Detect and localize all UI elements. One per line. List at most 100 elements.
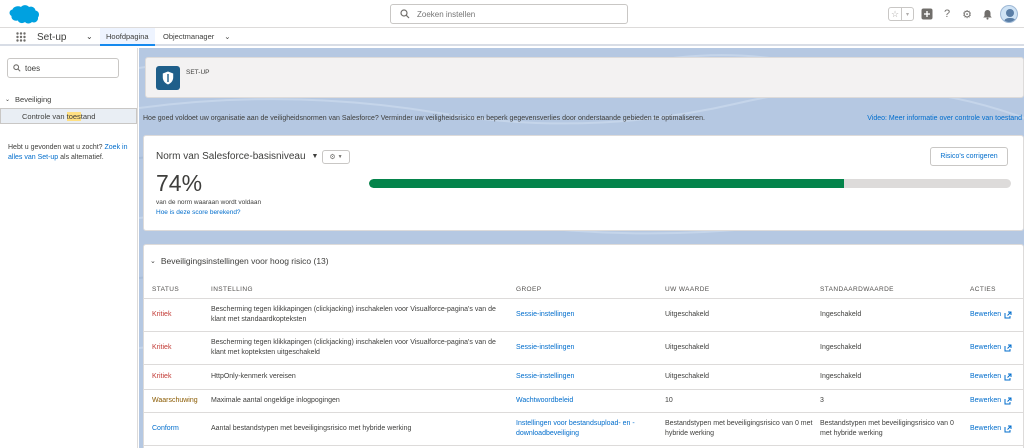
table-row: Kritiek HttpOnly-kenmerk vereisen Sessie-i… xyxy=(144,365,1024,390)
sidebar-help-text: Hebt u gevonden wat u zocht? Zoek in all… xyxy=(8,143,136,163)
settings-menu-button[interactable]: ⚙ ▼ xyxy=(322,150,350,164)
group-link[interactable]: Wachtwoordbeleid xyxy=(516,390,661,412)
fix-risks-button[interactable]: Risico's corrigeren xyxy=(930,147,1008,166)
cell-value: Uitgeschakeld xyxy=(665,311,709,318)
edit-label: Bewerken xyxy=(970,344,1002,351)
norm-title: Norm van Salesforce-basisniveau xyxy=(156,151,306,162)
setup-label: SET-UP xyxy=(186,69,210,76)
global-header: ☆ ▾ ? ⚙ xyxy=(0,0,1024,28)
sidebar-item-label-suffix: tand xyxy=(80,111,96,121)
help-icon[interactable]: ? xyxy=(940,7,954,21)
cell-value: 10 xyxy=(665,397,673,404)
group-link[interactable]: Instellingen voor bestandsupload- en -do… xyxy=(516,413,661,445)
global-search[interactable] xyxy=(390,4,628,24)
score-progress-fill xyxy=(369,179,845,188)
cell-default: 3 xyxy=(820,397,824,404)
tree-group-label: Beveiliging xyxy=(15,95,52,104)
fix-risks-label: Risico's corrigeren xyxy=(940,153,998,160)
cell-default: Ingeschakeld xyxy=(820,311,862,318)
tree-group-beveiliging[interactable]: ⌄ Beveiliging xyxy=(5,95,51,104)
main-content: SET-UP Hoe goed voldoet uw organisatie a… xyxy=(139,48,1024,448)
edit-label: Bewerken xyxy=(970,373,1002,380)
add-icon[interactable] xyxy=(920,7,934,21)
group-link[interactable]: Sessie-instellingen xyxy=(516,299,661,331)
external-link-icon xyxy=(1004,311,1012,319)
group-link[interactable]: Sessie-instellingen xyxy=(516,332,661,364)
high-risk-settings-card: ⌄ Beveiligingsinstellingen voor hoog ris… xyxy=(143,244,1024,448)
tab-objectmanager[interactable]: Objectmanager ⌄ xyxy=(157,28,237,44)
section-header[interactable]: ⌄ Beveiligingsinstellingen voor hoog ris… xyxy=(150,256,329,266)
setup-header-card: SET-UP xyxy=(145,57,1024,98)
tab-hoofdpagina[interactable]: Hoofdpagina xyxy=(100,28,155,46)
header-utility-icons: ☆ ▾ ? ⚙ xyxy=(888,4,1018,24)
cell-setting: HttpOnly-kenmerk vereisen xyxy=(211,373,296,380)
edit-action[interactable]: Bewerken xyxy=(970,413,1022,445)
star-icon[interactable]: ☆ xyxy=(889,8,901,20)
cell-value: Uitgeschakeld xyxy=(665,373,709,380)
score-card: Norm van Salesforce-basisniveau ▼ ⚙ ▼ 74… xyxy=(143,135,1024,231)
video-link[interactable]: Video: Meer informatie over controle van… xyxy=(867,115,1022,122)
chevron-down-icon[interactable]: ⌄ xyxy=(86,32,93,41)
chevron-down-icon: ▼ xyxy=(337,154,343,160)
help-text: als alternatief. xyxy=(58,154,104,161)
sidebar-item-label-prefix: Controle van xyxy=(22,111,67,121)
norm-selector[interactable]: Norm van Salesforce-basisniveau ▼ xyxy=(156,151,318,162)
quick-find[interactable] xyxy=(7,58,119,78)
sidebar-item-controle-van-toestand[interactable]: Controle van toes tand xyxy=(0,108,137,124)
cell-status: Conform xyxy=(152,425,179,432)
search-input[interactable] xyxy=(417,7,617,21)
chevron-down-icon[interactable]: ▾ xyxy=(901,8,913,20)
chevron-down-icon[interactable]: ⌄ xyxy=(5,96,10,103)
column-header: UW WAARDE xyxy=(665,286,710,293)
score-help-link[interactable]: Hoe is deze score berekend? xyxy=(156,209,241,216)
search-icon xyxy=(13,64,21,72)
help-text: Hebt u gevonden wat u zocht? xyxy=(8,144,105,151)
gear-icon[interactable]: ⚙ xyxy=(960,7,974,21)
setup-sidebar: ⌄ Beveiliging Controle van toestand Hebt… xyxy=(0,48,138,448)
favorites-control[interactable]: ☆ ▾ xyxy=(888,7,914,21)
edit-label: Bewerken xyxy=(970,311,1002,318)
score-percent: 74% xyxy=(156,170,203,196)
column-header: INSTELLING xyxy=(211,286,253,293)
cell-default: Ingeschakeld xyxy=(820,373,862,380)
chevron-down-icon[interactable]: ⌄ xyxy=(224,32,230,41)
cell-status: Waarschuwing xyxy=(152,397,198,404)
app-launcher-icon[interactable] xyxy=(16,32,26,42)
cell-status: Kritiek xyxy=(152,373,172,380)
search-highlight: toes xyxy=(66,111,81,121)
salesforce-logo-icon[interactable] xyxy=(8,4,40,24)
app-name: Set-up xyxy=(37,32,67,43)
table-row: Waarschuwing Maximale aantal ongeldige in… xyxy=(144,390,1024,413)
avatar[interactable] xyxy=(1000,5,1018,23)
table-row: Kritiek Bescherming tegen klikkapingen (c… xyxy=(144,299,1024,332)
search-icon xyxy=(400,9,410,19)
table-row: Conform Aantal bestandstypen met beveilig… xyxy=(144,413,1024,446)
app-nav-bar: Set-up ⌄ Hoofdpagina Objectmanager ⌄ xyxy=(0,28,1024,46)
cell-default: Bestandstypen met beveiligingsrisico van… xyxy=(820,420,954,437)
cell-setting: Aantal bestandstypen met beveiligingsris… xyxy=(211,425,412,432)
external-link-icon xyxy=(1004,344,1012,352)
edit-action[interactable]: Bewerken xyxy=(970,332,1022,364)
quick-find-input[interactable] xyxy=(25,62,115,75)
external-link-icon xyxy=(1004,373,1012,381)
cell-default: Ingeschakeld xyxy=(820,344,862,351)
table-row: Kritiek Bescherming tegen klikkapingen (c… xyxy=(144,332,1024,365)
caret-down-icon[interactable]: ▼ xyxy=(312,153,319,160)
chevron-down-icon[interactable]: ⌄ xyxy=(150,257,156,265)
score-subtext: van de norm waaraan wordt voldaan xyxy=(156,199,262,206)
cell-status: Kritiek xyxy=(152,311,172,318)
intro-text: Hoe goed voldoet uw organisatie aan de v… xyxy=(143,115,705,122)
gear-icon: ⚙ xyxy=(329,154,336,161)
score-progress-bar xyxy=(369,179,1011,188)
cell-setting: Bescherming tegen klikkapingen (clickjac… xyxy=(211,306,496,323)
edit-action[interactable]: Bewerken xyxy=(970,390,1022,412)
tab-label: Objectmanager xyxy=(163,31,215,41)
cell-status: Kritiek xyxy=(152,344,172,351)
bell-icon[interactable] xyxy=(980,7,994,21)
column-header: STATUS xyxy=(152,286,180,293)
edit-action[interactable]: Bewerken xyxy=(970,299,1022,331)
edit-action[interactable]: Bewerken xyxy=(970,365,1022,389)
group-link[interactable]: Sessie-instellingen xyxy=(516,365,661,389)
edit-label: Bewerken xyxy=(970,397,1002,404)
cell-setting: Maximale aantal ongeldige inlogpogingen xyxy=(211,397,340,404)
